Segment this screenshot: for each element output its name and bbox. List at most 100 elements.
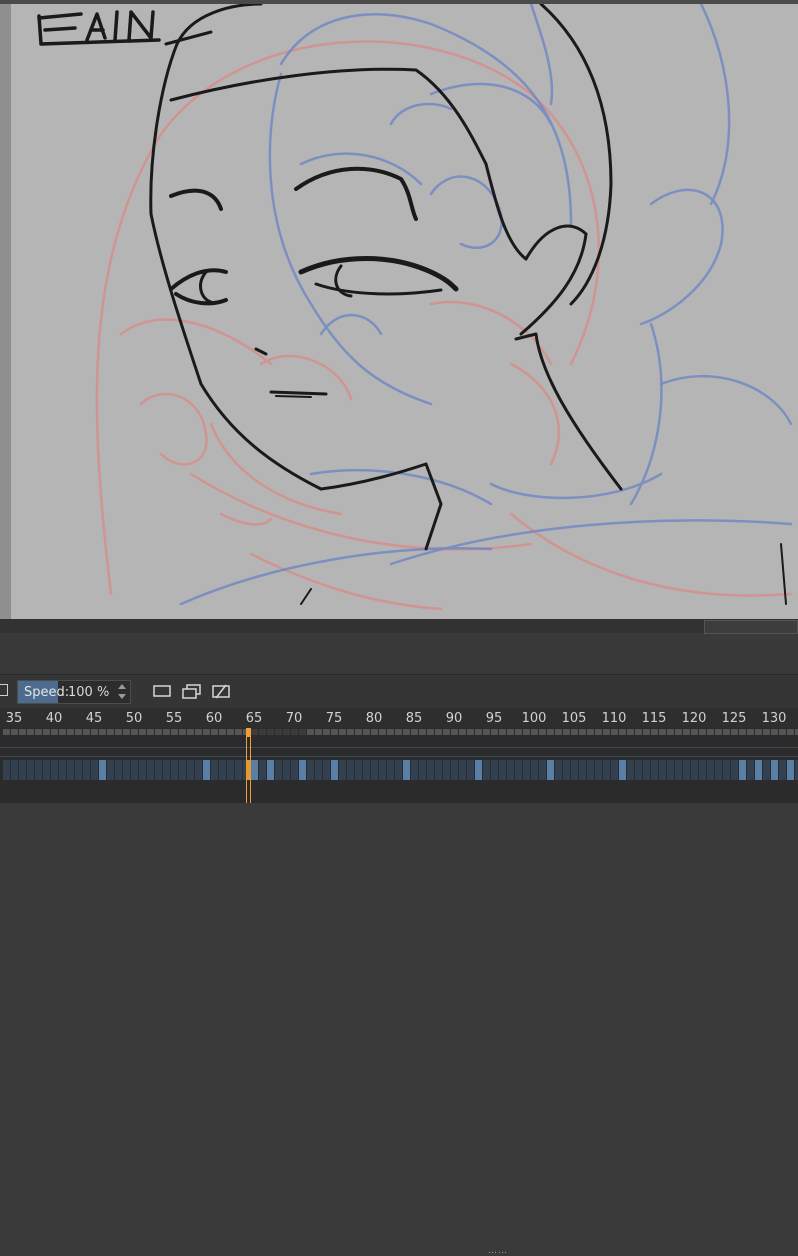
frame-cell[interactable] [683,729,690,735]
frame-cell[interactable] [443,729,450,735]
keyframe[interactable] [251,760,258,780]
keyframe[interactable] [787,760,794,780]
frame-cell[interactable] [299,729,306,735]
empty-frame[interactable] [291,760,298,780]
frame-cell[interactable] [379,729,386,735]
frame-cell[interactable] [267,729,274,735]
empty-frame[interactable] [227,760,234,780]
empty-frame[interactable] [539,760,546,780]
empty-frame[interactable] [355,760,362,780]
empty-frame[interactable] [731,760,738,780]
keyframe[interactable] [299,760,306,780]
stepper-up-icon[interactable] [118,684,126,689]
frame-ruler[interactable]: 35 40 45 50 55 60 65 70 75 80 85 90 95 100 105 110 115 12… [0,708,798,728]
playhead[interactable] [246,728,251,803]
empty-frame[interactable] [659,760,666,780]
frame-cell[interactable] [211,729,218,735]
frame-cell[interactable] [603,729,610,735]
frame-cell[interactable] [435,729,442,735]
onion-skin-row[interactable] [0,728,798,736]
frame-cell[interactable] [731,729,738,735]
frame-cell[interactable] [387,729,394,735]
empty-frame[interactable] [51,760,58,780]
speed-spinbox[interactable]: Speed: 100 % [17,680,131,704]
empty-frame[interactable] [259,760,266,780]
frame-cell[interactable] [539,729,546,735]
empty-frame[interactable] [275,760,282,780]
frame-cell[interactable] [659,729,666,735]
panel-splitter[interactable]: …… [0,619,798,1256]
empty-frame[interactable] [379,760,386,780]
keyframe[interactable] [403,760,410,780]
frame-cell[interactable] [411,729,418,735]
empty-frame[interactable] [371,760,378,780]
empty-frame[interactable] [179,760,186,780]
empty-frame[interactable] [195,760,202,780]
frame-cell[interactable] [355,729,362,735]
empty-frame[interactable] [555,760,562,780]
empty-frame[interactable] [83,760,90,780]
frame-cell[interactable] [163,729,170,735]
empty-frame[interactable] [483,760,490,780]
frame-cell[interactable] [747,729,754,735]
empty-frame[interactable] [627,760,634,780]
drawing-canvas[interactable] [0,0,798,619]
frame-cell[interactable] [739,729,746,735]
frame-cell[interactable] [459,729,466,735]
empty-frame[interactable] [635,760,642,780]
frame-cell[interactable] [115,729,122,735]
empty-frame[interactable] [187,760,194,780]
frame-cell[interactable] [419,729,426,735]
empty-frame[interactable] [347,760,354,780]
empty-frame[interactable] [75,760,82,780]
empty-frame[interactable] [563,760,570,780]
frame-cell[interactable] [331,729,338,735]
empty-frame[interactable] [211,760,218,780]
frame-cell[interactable] [467,729,474,735]
keyframe[interactable] [755,760,762,780]
frame-cell[interactable] [531,729,538,735]
frame-cell[interactable] [83,729,90,735]
empty-frame[interactable] [323,760,330,780]
frame-cell[interactable] [523,729,530,735]
canvas-paper[interactable] [11,4,798,619]
empty-frame[interactable] [531,760,538,780]
frame-cell[interactable] [347,729,354,735]
frame-cell[interactable] [235,729,242,735]
frame-cell[interactable] [667,729,674,735]
frame-cell[interactable] [515,729,522,735]
empty-frame[interactable] [131,760,138,780]
frame-cell[interactable] [11,729,18,735]
frame-cell[interactable] [619,729,626,735]
empty-frame[interactable] [123,760,130,780]
frame-cell[interactable] [99,729,106,735]
duplicate-frame-button[interactable] [180,681,202,703]
frame-cell[interactable] [339,729,346,735]
splitter-grip[interactable]: …… [488,1247,508,1256]
empty-frame[interactable] [427,760,434,780]
empty-frame[interactable] [19,760,26,780]
frame-cell[interactable] [483,729,490,735]
empty-frame[interactable] [155,760,162,780]
empty-frame[interactable] [491,760,498,780]
frame-cell[interactable] [155,729,162,735]
empty-frame[interactable] [115,760,122,780]
frame-cell[interactable] [3,729,10,735]
frame-cell[interactable] [179,729,186,735]
empty-frame[interactable] [675,760,682,780]
empty-frame[interactable] [171,760,178,780]
keyframe[interactable] [547,760,554,780]
frame-cell[interactable] [563,729,570,735]
keyframe[interactable] [619,760,626,780]
empty-frame[interactable] [747,760,754,780]
empty-frame[interactable] [699,760,706,780]
empty-frame[interactable] [67,760,74,780]
frame-cell[interactable] [723,729,730,735]
empty-frame[interactable] [667,760,674,780]
empty-frame[interactable] [315,760,322,780]
stepper-down-icon[interactable] [118,694,126,699]
empty-frame[interactable] [691,760,698,780]
speed-value[interactable]: 100 % [68,685,109,700]
empty-frame[interactable] [611,760,618,780]
frame-cell[interactable] [275,729,282,735]
